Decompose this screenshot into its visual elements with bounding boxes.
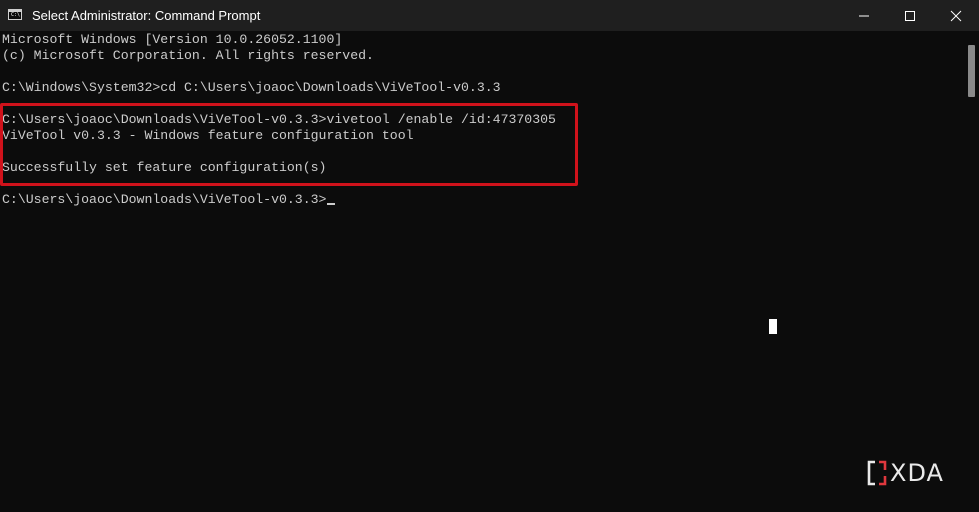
watermark-text: XDA — [890, 459, 944, 487]
window-title: Select Administrator: Command Prompt — [32, 8, 261, 23]
close-icon — [950, 10, 962, 21]
maximize-icon — [905, 10, 915, 21]
cmd-icon-glyph: C:\ — [11, 12, 21, 18]
prompt-text: C:\Users\joaoc\Downloads\ViVeTool-v0.3.3… — [2, 192, 327, 207]
terminal-line: Microsoft Windows [Version 10.0.26052.11… — [2, 32, 343, 47]
minimize-button[interactable] — [841, 0, 887, 31]
maximize-button[interactable] — [887, 0, 933, 31]
prompt-line[interactable]: C:\Users\joaoc\Downloads\ViVeTool-v0.3.3… — [2, 192, 336, 208]
xda-logo-icon — [867, 460, 887, 486]
xda-watermark: XDA — [866, 459, 944, 487]
terminal-line: (c) Microsoft Corporation. All rights re… — [2, 48, 374, 63]
highlight-annotation — [0, 103, 578, 186]
close-button[interactable] — [933, 0, 979, 31]
title-bar[interactable]: C:\ Select Administrator: Command Prompt — [0, 0, 979, 31]
mouse-text-cursor — [769, 319, 777, 334]
text-cursor — [327, 203, 336, 205]
scrollbar-thumb[interactable] — [968, 45, 975, 97]
terminal-line: C:\Windows\System32>cd C:\Users\joaoc\Do… — [2, 80, 501, 95]
minimize-icon — [859, 15, 869, 16]
vertical-scrollbar[interactable] — [966, 31, 979, 512]
command-prompt-window: C:\ Select Administrator: Command Prompt… — [0, 0, 979, 512]
cmd-icon: C:\ — [8, 9, 22, 20]
